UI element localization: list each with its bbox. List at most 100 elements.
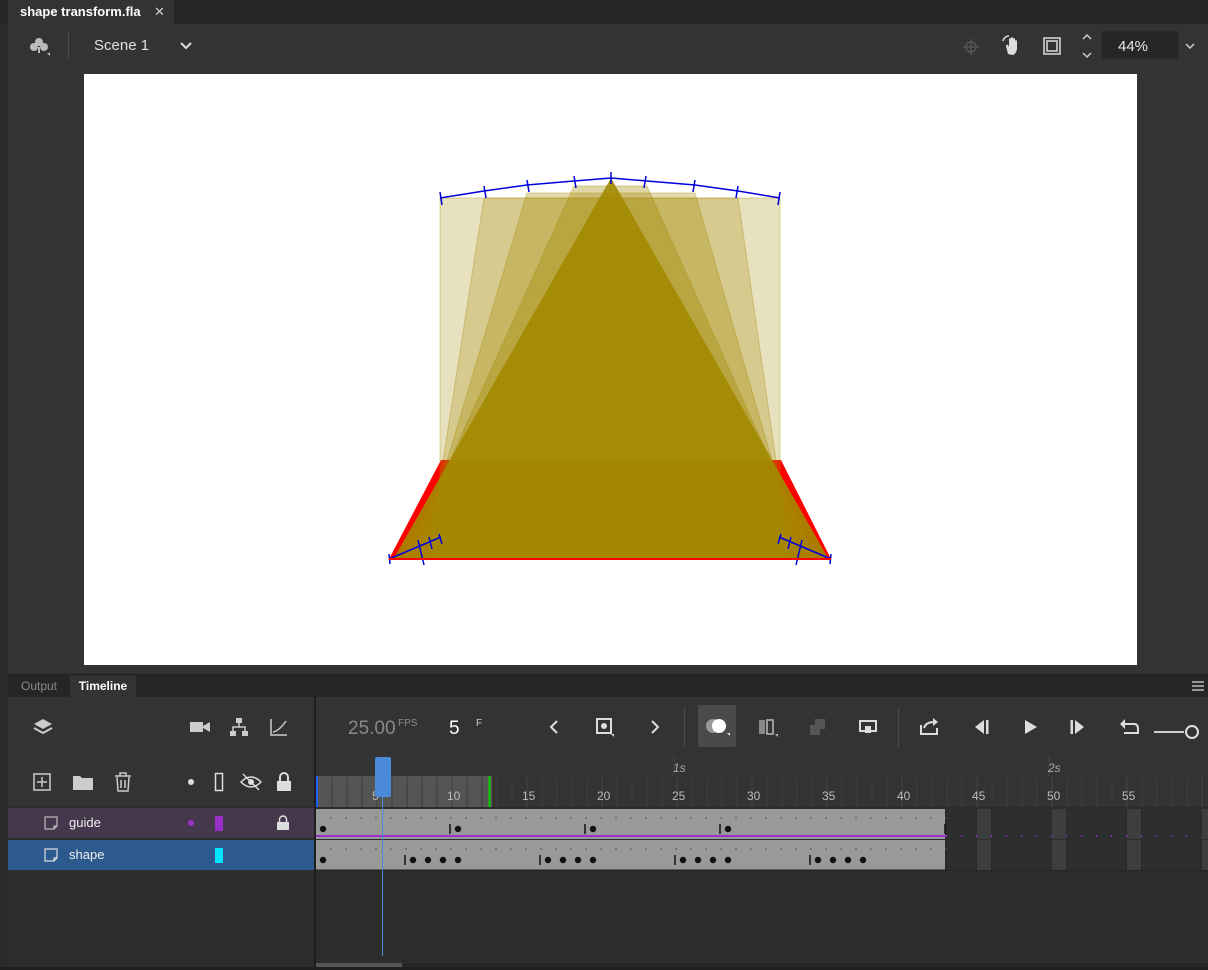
- shape-keyframe[interactable]: [409, 856, 417, 864]
- shape-keyframe[interactable]: [844, 856, 852, 864]
- shape-keyframe[interactable]: [559, 856, 567, 864]
- ruler-label-45: 45: [972, 789, 986, 803]
- layer-name-guide[interactable]: guide: [69, 808, 101, 838]
- fps-unit: FPS: [398, 718, 418, 729]
- onion-skin-button[interactable]: [698, 705, 736, 747]
- zoom-input[interactable]: 44%: [1101, 31, 1179, 59]
- delete-layer-icon[interactable]: [108, 767, 138, 797]
- timeline-toolbar: 25.00 FPS 5 F: [8, 697, 1208, 757]
- playhead-line[interactable]: [382, 790, 383, 956]
- frames-area[interactable]: 5101520253035404550551s2s: [316, 757, 1208, 967]
- undo-playback-icon[interactable]: [1114, 712, 1144, 742]
- layers-icon[interactable]: [28, 712, 58, 742]
- layers-list: guide shape: [8, 807, 314, 967]
- prev-keyframe-icon[interactable]: [539, 712, 569, 742]
- shape-keyframe[interactable]: [574, 856, 582, 864]
- shape-keyframe[interactable]: [319, 856, 327, 864]
- ruler-label-20: 20: [597, 789, 611, 803]
- ruler-label-30: 30: [747, 789, 761, 803]
- shape-keyframe[interactable]: [694, 856, 702, 864]
- onion-skin-drawing: [388, 172, 832, 566]
- guide-layer-highlight-dot[interactable]: [188, 820, 194, 826]
- next-keyframe-icon[interactable]: [640, 712, 670, 742]
- hide-all-layers-icon[interactable]: [236, 767, 266, 797]
- edit-bar: Scene 1 44%: [8, 24, 1208, 69]
- insert-keyframe-icon[interactable]: [590, 712, 620, 742]
- rotate-stage-icon[interactable]: [1000, 34, 1024, 58]
- horizontal-scrollbar-thumb: [316, 963, 402, 967]
- guide-layer-color-swatch[interactable]: [215, 816, 223, 831]
- new-layer-icon[interactable]: [27, 767, 57, 797]
- scene-label[interactable]: Scene 1: [94, 37, 149, 54]
- clip-content-icon[interactable]: [1040, 34, 1064, 58]
- shape-layer-icon: [43, 847, 59, 863]
- step-back-icon[interactable]: [965, 712, 995, 742]
- document-tab-bar: shape transform.fla ✕: [0, 0, 1208, 24]
- new-folder-icon[interactable]: [68, 767, 98, 797]
- center-stage-icon[interactable]: [960, 36, 982, 58]
- shape-keyframe[interactable]: [424, 856, 432, 864]
- ruler-label-55: 55: [1122, 789, 1136, 803]
- create-tween-icon[interactable]: [853, 712, 883, 742]
- panel-menu-icon[interactable]: [1190, 679, 1206, 693]
- zoom-stepper[interactable]: [1080, 30, 1094, 62]
- shape-keyframe[interactable]: [859, 856, 867, 864]
- paste-frames-icon: [803, 712, 833, 742]
- shape-keyframe[interactable]: [829, 856, 837, 864]
- guide-keyframe[interactable]: [724, 825, 732, 833]
- play-icon[interactable]: [1015, 712, 1045, 742]
- layer-row-shape[interactable]: shape: [8, 840, 314, 870]
- guide-lock-icon[interactable]: [276, 815, 290, 831]
- guide-keyframe[interactable]: [319, 825, 327, 833]
- onion-skin-icon: [706, 719, 730, 736]
- outline-toggle-icon[interactable]: [204, 767, 234, 797]
- ruler-label-15: 15: [522, 789, 536, 803]
- shape-keyframe[interactable]: [454, 856, 462, 864]
- ruler-label-40: 40: [897, 789, 911, 803]
- shape-keyframe[interactable]: [544, 856, 552, 864]
- document-tab[interactable]: shape transform.fla ✕: [8, 0, 174, 24]
- current-frame-value[interactable]: 5: [449, 718, 460, 740]
- playhead-handle[interactable]: [375, 757, 391, 797]
- close-tab-icon[interactable]: ✕: [154, 0, 165, 23]
- step-forward-icon[interactable]: [1064, 712, 1094, 742]
- chevron-down-icon[interactable]: [176, 36, 196, 56]
- ruler-label-50: 50: [1047, 789, 1061, 803]
- shape-keyframe[interactable]: [589, 856, 597, 864]
- time-marker-1s: 1s: [673, 761, 686, 775]
- stage-canvas[interactable]: [84, 74, 1137, 665]
- layer-row-guide[interactable]: guide: [8, 808, 314, 838]
- layer-toolbar: [8, 757, 314, 807]
- guide-keyframe[interactable]: [454, 825, 462, 833]
- ruler-label-35: 35: [822, 789, 836, 803]
- shape-layer-color-swatch[interactable]: [215, 848, 223, 863]
- shape-keyframe[interactable]: [814, 856, 822, 864]
- shape-keyframe[interactable]: [439, 856, 447, 864]
- fps-value[interactable]: 25.00: [348, 718, 396, 740]
- edit-multiple-frames-icon[interactable]: [753, 712, 783, 742]
- highlight-layers-dot-icon[interactable]: [176, 767, 206, 797]
- tab-timeline[interactable]: Timeline: [70, 675, 136, 697]
- shape-keyframe[interactable]: [679, 856, 687, 864]
- layer-name-shape[interactable]: shape: [69, 840, 104, 870]
- ruler-label-25: 25: [672, 789, 686, 803]
- left-strip: [0, 24, 8, 967]
- zoom-value: 44%: [1118, 38, 1149, 55]
- parenting-icon[interactable]: [224, 712, 254, 742]
- lock-all-layers-icon[interactable]: [269, 767, 299, 797]
- ruler-label-10: 10: [447, 789, 461, 803]
- camera-icon[interactable]: [185, 712, 215, 742]
- time-marker-2s: 2s: [1048, 761, 1061, 775]
- shape-keyframe[interactable]: [709, 856, 717, 864]
- loop-playback-icon[interactable]: [914, 712, 944, 742]
- tab-output[interactable]: Output: [8, 675, 70, 697]
- shape-keyframe[interactable]: [724, 856, 732, 864]
- frame-scale-slider[interactable]: [1154, 725, 1204, 739]
- guide-layer-icon: [43, 815, 59, 831]
- panel-tab-bar: Output Timeline: [8, 675, 1208, 697]
- graph-editor-icon[interactable]: [264, 712, 294, 742]
- document-tab-title: shape transform.fla: [20, 4, 141, 19]
- symbol-edit-icon[interactable]: [24, 32, 54, 60]
- zoom-dropdown-chevron-icon[interactable]: [1182, 36, 1198, 56]
- guide-keyframe[interactable]: [589, 825, 597, 833]
